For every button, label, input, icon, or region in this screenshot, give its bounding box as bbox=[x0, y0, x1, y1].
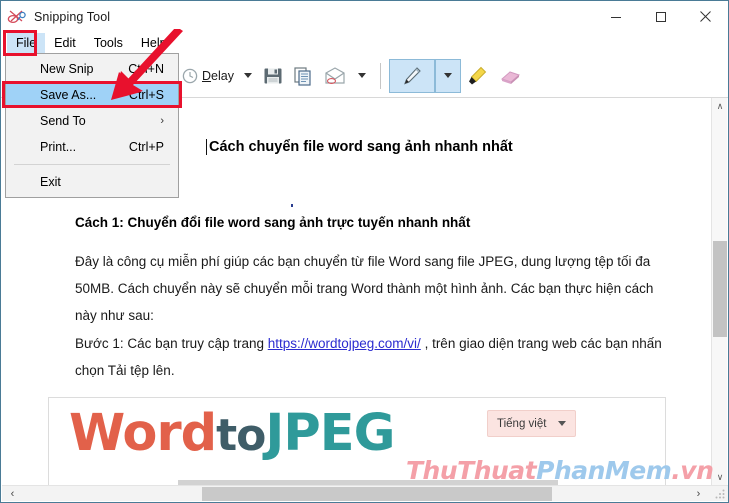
menu-print[interactable]: Print... Ctrl+P bbox=[6, 134, 178, 160]
menu-new-snip-label: New Snip bbox=[40, 62, 94, 76]
language-selector[interactable]: Tiếng việt bbox=[487, 410, 576, 437]
scroll-up-arrow-icon[interactable]: ∧ bbox=[712, 98, 728, 115]
watermark-part-2: PhanMem bbox=[536, 456, 671, 485]
delay-button[interactable]: Delay bbox=[177, 59, 238, 93]
watermark-part-3: .vn bbox=[671, 456, 713, 485]
scroll-down-arrow-icon[interactable]: ∨ bbox=[712, 469, 728, 486]
scissors-icon bbox=[7, 7, 29, 27]
menu-item-edit[interactable]: Edit bbox=[45, 33, 85, 53]
menu-save-as-accel: Ctrl+S bbox=[129, 88, 164, 102]
menu-send-to-label: Send To bbox=[40, 114, 86, 128]
stray-blue-dot bbox=[291, 204, 293, 207]
pen-icon bbox=[400, 64, 424, 88]
window-title: Snipping Tool bbox=[34, 10, 110, 24]
delay-label: Delay bbox=[202, 69, 234, 83]
submenu-chevron-icon: › bbox=[160, 115, 164, 127]
logo-to-text: to bbox=[216, 410, 265, 461]
horizontal-scrollbar[interactable]: ‹ › bbox=[2, 485, 729, 501]
file-dropdown-menu[interactable]: New Snip Ctrl+N Save As... Ctrl+S Send T… bbox=[5, 53, 179, 198]
vertical-scroll-thumb[interactable] bbox=[713, 241, 727, 337]
snipping-tool-window: Snipping Tool File Edit Tools Help De bbox=[0, 0, 729, 503]
email-dropdown-caret-icon[interactable] bbox=[358, 73, 366, 78]
wordtojpeg-logo: WordtoJPEG bbox=[69, 404, 394, 463]
scroll-right-arrow-icon[interactable]: › bbox=[690, 486, 707, 502]
copy-icon bbox=[292, 65, 314, 87]
minimize-button[interactable] bbox=[593, 1, 638, 32]
logo-jpeg-text: JPEG bbox=[265, 404, 394, 463]
window-controls bbox=[593, 1, 728, 32]
save-snip-button[interactable] bbox=[258, 59, 288, 93]
wordtojpeg-link[interactable]: https://wordtojpeg.com/vi/ bbox=[268, 336, 421, 351]
pen-tool-button[interactable] bbox=[389, 59, 435, 93]
menu-exit[interactable]: Exit bbox=[6, 169, 178, 195]
highlighter-icon bbox=[465, 64, 489, 88]
eraser-icon bbox=[497, 64, 523, 88]
pen-options-caret-icon[interactable] bbox=[435, 59, 461, 93]
clock-icon bbox=[181, 67, 199, 85]
delay-dropdown-caret-icon[interactable] bbox=[244, 73, 252, 78]
document-paragraph-2: Bước 1: Các bạn truy cập trang https://w… bbox=[75, 330, 675, 384]
scroll-left-arrow-icon[interactable]: ‹ bbox=[4, 486, 21, 502]
maximize-button[interactable] bbox=[638, 1, 683, 32]
vertical-scrollbar[interactable]: ∧ ∨ bbox=[711, 98, 727, 486]
menu-item-tools[interactable]: Tools bbox=[85, 33, 132, 53]
language-label: Tiếng việt bbox=[497, 418, 546, 430]
resize-grip-icon[interactable] bbox=[715, 488, 726, 499]
menu-new-snip[interactable]: New Snip Ctrl+N bbox=[6, 56, 178, 82]
watermark-part-1: ThuThuat bbox=[406, 456, 536, 485]
copy-snip-button[interactable] bbox=[288, 59, 318, 93]
menu-item-file[interactable]: File bbox=[7, 33, 45, 53]
menu-exit-label: Exit bbox=[40, 175, 61, 189]
menu-new-snip-accel: Ctrl+N bbox=[128, 62, 164, 76]
email-icon bbox=[322, 65, 348, 87]
menu-print-accel: Ctrl+P bbox=[129, 140, 164, 154]
menu-print-label: Print... bbox=[40, 140, 76, 154]
close-button[interactable] bbox=[683, 1, 728, 32]
horizontal-scroll-thumb[interactable] bbox=[202, 487, 552, 501]
site-watermark: ThuThuatPhanMem.vn bbox=[406, 456, 713, 485]
floppy-disk-icon bbox=[262, 65, 284, 87]
send-email-button[interactable] bbox=[318, 59, 352, 93]
toolbar-divider bbox=[380, 63, 381, 89]
menu-item-help[interactable]: Help bbox=[132, 33, 176, 53]
document-paragraph-1: Đây là công cụ miễn phí giúp các bạn chu… bbox=[75, 248, 675, 329]
title-bar: Snipping Tool bbox=[1, 1, 728, 32]
menu-send-to[interactable]: Send To › bbox=[6, 108, 178, 134]
eraser-tool-button[interactable] bbox=[493, 59, 527, 93]
menu-save-as[interactable]: Save As... Ctrl+S bbox=[6, 82, 178, 108]
menu-divider bbox=[14, 164, 170, 165]
menu-bar: File Edit Tools Help bbox=[1, 32, 728, 54]
highlighter-tool-button[interactable] bbox=[461, 59, 493, 93]
document-heading: Cách 1: Chuyển đổi file word sang ảnh tr… bbox=[75, 215, 470, 230]
step-prefix-text: Bước 1: Các bạn truy cập trang bbox=[75, 336, 268, 351]
chevron-down-icon bbox=[558, 421, 566, 426]
logo-word-text: Word bbox=[69, 404, 216, 463]
menu-save-as-label: Save As... bbox=[40, 88, 96, 102]
document-title: Cách chuyển file word sang ảnh nhanh nhấ… bbox=[206, 139, 513, 155]
